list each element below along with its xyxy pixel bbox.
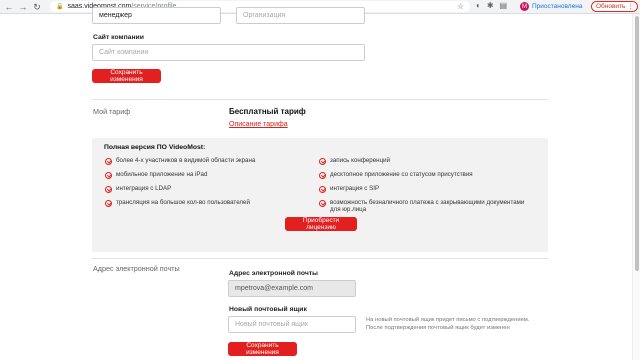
tab-search-icon[interactable]: ▤ [500, 1, 508, 10]
current-email-label: Адрес электронной почты [229, 270, 318, 277]
check-icon [319, 185, 326, 193]
feature-item: трансляция на большое кол-во пользовател… [105, 199, 305, 207]
feature-item: интеграция с LDAP [105, 185, 305, 193]
feature-item: возможность безналичного платежа с закры… [319, 199, 534, 214]
company-site-input[interactable]: Сайт компании [92, 44, 365, 61]
feature-text: интеграция с LDAP [116, 185, 172, 192]
profile-page: менеджер Организация Сайт компании Сайт … [0, 7, 632, 360]
profile-chip[interactable]: M Приостановлена [520, 1, 582, 12]
check-icon [105, 171, 112, 179]
update-label: Обновить [596, 3, 626, 10]
tariff-description-link[interactable]: Описание тарифа [229, 121, 288, 128]
save-company-button[interactable]: Сохранить изменения [92, 69, 161, 83]
email-section-label: Адрес электронной почты [93, 264, 180, 273]
new-email-label: Новый почтовый ящик [229, 306, 307, 313]
puzzle-icon[interactable]: ✱ [487, 1, 494, 10]
profile-status: Приостановлена [532, 3, 583, 10]
feature-text: десктопное приложение со статусом присут… [330, 171, 473, 178]
organization-field[interactable]: Организация [236, 7, 365, 24]
company-site-label: Сайт компании [93, 34, 144, 41]
feature-text: интеграция с SIP [330, 185, 380, 192]
new-email-hint: На новый почтовый ящик придет письмо с п… [366, 317, 530, 331]
save-email-button[interactable]: Сохранить изменения [228, 342, 297, 356]
feature-item: интеграция с SIP [319, 185, 534, 193]
scrollbar[interactable] [632, 14, 640, 360]
avatar: M [520, 2, 529, 11]
update-button[interactable]: Обновить ⋮ [591, 1, 639, 12]
feature-text: возможность безналичного платежа с закры… [330, 199, 525, 214]
position-field[interactable]: менеджер [92, 7, 221, 24]
feature-text: более 4-х участников в видимой области э… [116, 157, 256, 164]
extensions-area: ◐ ✱ ▤ [476, 1, 507, 10]
star-icon[interactable]: ☆ [457, 2, 464, 11]
feature-item: запись конференций [319, 157, 534, 165]
back-arrow-icon[interactable]: ← [3, 1, 15, 13]
feature-text: запись конференций [330, 157, 391, 164]
divider [92, 258, 548, 259]
feature-text: трансляция на большое кол-во пользовател… [116, 199, 250, 206]
divider [92, 99, 548, 100]
new-email-input[interactable]: Новый почтовый ящик [228, 316, 356, 333]
check-icon [105, 199, 112, 207]
check-icon [319, 171, 326, 179]
feature-item: мобильное приложение на iPad [105, 171, 305, 179]
more-icon: ⋮ [627, 4, 634, 10]
check-icon [319, 157, 326, 165]
check-icon [319, 199, 326, 207]
features-panel: Полная версия ПО VideoMost: более 4-х уч… [92, 138, 548, 252]
scroll-thumb[interactable] [635, 16, 639, 271]
feature-item: десктопное приложение со статусом присут… [319, 171, 534, 179]
lock-icon: 🔒 [56, 4, 64, 10]
forward-arrow-icon[interactable]: → [17, 1, 29, 13]
feature-item: более 4-х участников в видимой области э… [105, 157, 305, 165]
tariff-section-label: Мой тариф [93, 107, 131, 116]
feature-text: мобильное приложение на iPad [116, 171, 208, 178]
check-icon [105, 157, 112, 165]
reload-icon[interactable]: ↻ [31, 1, 43, 13]
features-title: Полная версия ПО VideoMost: [104, 144, 206, 151]
buy-license-button[interactable]: Приобрести лицензию [285, 217, 357, 231]
check-icon [105, 185, 112, 193]
current-email-field: mpetrova@example.com [228, 280, 356, 297]
extension-icon[interactable]: ◐ [476, 1, 481, 10]
tariff-name: Бесплатный тариф [229, 107, 306, 116]
